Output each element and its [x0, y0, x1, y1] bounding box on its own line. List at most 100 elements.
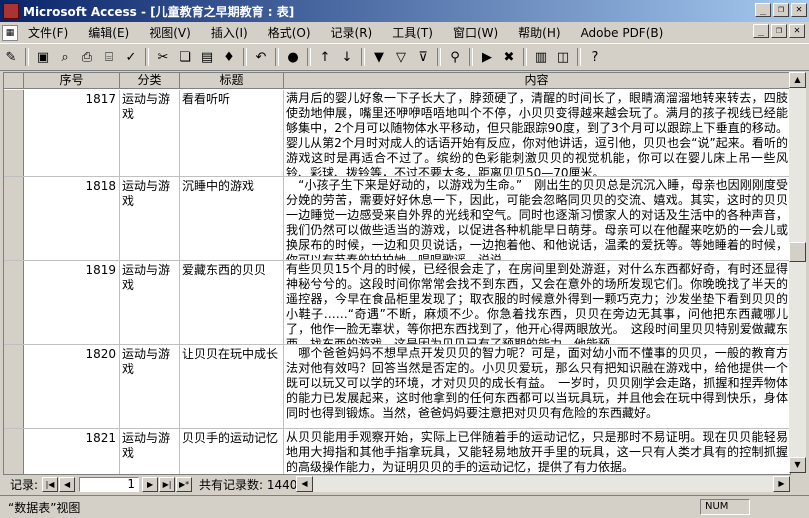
find-icon[interactable]: ⚲ — [445, 47, 465, 67]
new-object-icon[interactable]: ◫ — [553, 47, 573, 67]
cell-id[interactable]: 1821 — [24, 429, 120, 474]
hyperlink-icon[interactable]: ● — [283, 47, 303, 67]
cell-content[interactable]: 满月后的婴儿好象一下子长大了，脖颈硬了，清醒的时间长了，眼睛滴溜溜地转来转去，四… — [284, 90, 790, 176]
cell-content[interactable]: 有些贝贝15个月的时候，已经很会走了，在房间里到处游逛，对什么东西都好奇，有时还… — [284, 261, 790, 344]
menu-bar: ▦ 文件(F) 编辑(E) 视图(V) 插入(I) 格式(O) 记录(R) 工具… — [0, 22, 809, 44]
cell-title[interactable]: 沉睡中的游戏 — [180, 177, 284, 260]
current-record-input[interactable]: 1 — [79, 476, 140, 492]
cell-category[interactable]: 运动与游戏 — [120, 90, 180, 176]
cut-icon[interactable]: ✂ — [153, 47, 173, 67]
cell-category[interactable]: 运动与游戏 — [120, 261, 180, 344]
scroll-right-icon[interactable]: ▶ — [773, 476, 790, 492]
table-row[interactable]: 1819 运动与游戏 爱藏东西的贝贝 有些贝贝15个月的时候，已经很会走了，在房… — [4, 261, 790, 345]
record-count: 共有记录数: 1440 — [199, 477, 298, 492]
view-design-icon[interactable]: ✎ — [1, 47, 21, 67]
doc-minimize-button[interactable]: _ — [753, 24, 769, 38]
doc-restore-button[interactable]: ❐ — [771, 24, 787, 38]
toolbar-separator — [275, 48, 279, 66]
column-header-title[interactable]: 标题 — [180, 73, 284, 89]
menu-file[interactable]: 文件(F) — [18, 24, 78, 41]
database-window-icon[interactable]: ▥ — [531, 47, 551, 67]
cell-id[interactable]: 1820 — [24, 345, 120, 428]
window-title: Microsoft Access - [儿童教育之早期教育 : 表] — [23, 4, 295, 19]
scroll-up-icon[interactable]: ▲ — [789, 72, 806, 88]
access-app-icon — [3, 3, 19, 19]
help-icon[interactable]: ? — [585, 47, 605, 67]
menu-edit[interactable]: 编辑(E) — [78, 24, 139, 41]
print-icon[interactable]: ⎙ — [77, 47, 97, 67]
menu-help[interactable]: 帮助(H) — [508, 24, 570, 41]
column-header-row: 序号 分类 标题 内容 — [4, 73, 790, 89]
cell-content[interactable]: 哪个爸爸妈妈不想早点开发贝贝的智力呢？可是，面对幼小而不懂事的贝贝，一般的教育方… — [284, 345, 790, 428]
undo-icon[interactable]: ↶ — [251, 47, 271, 67]
record-selector[interactable] — [4, 429, 24, 474]
paste-icon[interactable]: ▤ — [197, 47, 217, 67]
cell-title[interactable]: 爱藏东西的贝贝 — [180, 261, 284, 344]
new-record-nav-icon[interactable]: ▶* — [176, 476, 193, 492]
previous-record-icon[interactable]: ◀ — [59, 476, 76, 492]
vertical-scrollbar[interactable]: ▲ ▼ — [789, 72, 806, 473]
toolbar-separator — [577, 48, 581, 66]
menu-view[interactable]: 视图(V) — [139, 24, 201, 41]
print-preview-icon[interactable]: ⌸ — [99, 47, 119, 67]
minimize-button[interactable]: _ — [755, 3, 771, 17]
status-view-text: “数据表”视图 — [8, 500, 81, 515]
status-bar: “数据表”视图 NUM — [0, 495, 809, 518]
cell-id[interactable]: 1819 — [24, 261, 120, 344]
first-record-icon[interactable]: |◀ — [42, 476, 59, 492]
delete-record-icon[interactable]: ✖ — [499, 47, 519, 67]
sort-ascending-icon[interactable]: ↑ — [315, 47, 335, 67]
copy-icon[interactable]: ❏ — [175, 47, 195, 67]
toolbar-separator — [25, 48, 29, 66]
filter-by-form-icon[interactable]: ▽ — [391, 47, 411, 67]
doc-close-button[interactable]: ✕ — [789, 24, 805, 38]
table-doc-icon[interactable]: ▦ — [2, 24, 18, 41]
cell-id[interactable]: 1817 — [24, 90, 120, 176]
search-file-icon[interactable]: ⌕ — [55, 47, 75, 67]
cell-content[interactable]: “小孩子生下来是好动的，以游戏为生命。” 刚出生的贝贝总是沉沉入睡，母亲也因刚刚… — [284, 177, 790, 260]
cell-category[interactable]: 运动与游戏 — [120, 177, 180, 260]
scroll-left-icon[interactable]: ◀ — [296, 476, 313, 492]
last-record-icon[interactable]: ▶| — [159, 476, 176, 492]
restore-button[interactable]: ❐ — [773, 3, 789, 17]
spelling-icon[interactable]: ✓ — [121, 47, 141, 67]
cell-content[interactable]: 从贝贝能用手观察开始，实际上已伴随着手的运动记忆，只是那时不易证明。现在贝贝能轻… — [284, 429, 790, 474]
cell-id[interactable]: 1818 — [24, 177, 120, 260]
record-selector[interactable] — [4, 345, 24, 428]
format-painter-icon[interactable]: ♦ — [219, 47, 239, 67]
menu-window[interactable]: 窗口(W) — [443, 24, 508, 41]
close-button[interactable]: ✕ — [791, 3, 807, 17]
record-selector[interactable] — [4, 177, 24, 260]
menu-adobe-pdf[interactable]: Adobe PDF(B) — [571, 26, 674, 40]
new-record-icon[interactable]: ▶ — [477, 47, 497, 67]
sort-descending-icon[interactable]: ↓ — [337, 47, 357, 67]
vertical-scroll-thumb[interactable] — [789, 242, 806, 262]
menu-tools[interactable]: 工具(T) — [382, 24, 443, 41]
column-header-category[interactable]: 分类 — [120, 73, 180, 89]
save-icon[interactable]: ▣ — [33, 47, 53, 67]
toolbar-separator — [145, 48, 149, 66]
table-row[interactable]: 1821 运动与游戏 贝贝手的运动记忆 从贝贝能用手观察开始，实际上已伴随着手的… — [4, 429, 790, 474]
next-record-icon[interactable]: ▶ — [142, 476, 159, 492]
cell-title[interactable]: 看看听听 — [180, 90, 284, 176]
cell-category[interactable]: 运动与游戏 — [120, 345, 180, 428]
menu-format[interactable]: 格式(O) — [258, 24, 321, 41]
record-selector[interactable] — [4, 90, 24, 176]
filter-by-selection-icon[interactable]: ▼ — [369, 47, 389, 67]
menu-insert[interactable]: 插入(I) — [201, 24, 258, 41]
table-row[interactable]: 1818 运动与游戏 沉睡中的游戏 “小孩子生下来是好动的，以游戏为生命。” 刚… — [4, 177, 790, 261]
column-header-id[interactable]: 序号 — [24, 73, 120, 89]
record-selector[interactable] — [4, 261, 24, 344]
cell-title[interactable]: 让贝贝在玩中成长 — [180, 345, 284, 428]
table-row[interactable]: 1820 运动与游戏 让贝贝在玩中成长 哪个爸爸妈妈不想早点开发贝贝的智力呢？可… — [4, 345, 790, 429]
column-header-content[interactable]: 内容 — [284, 73, 790, 89]
apply-filter-icon[interactable]: ⊽ — [413, 47, 433, 67]
select-all-corner[interactable] — [4, 73, 24, 89]
cell-title[interactable]: 贝贝手的运动记忆 — [180, 429, 284, 474]
scroll-down-icon[interactable]: ▼ — [789, 457, 806, 473]
cell-category[interactable]: 运动与游戏 — [120, 429, 180, 474]
horizontal-scrollbar[interactable]: ◀ ▶ — [296, 476, 790, 492]
table-row[interactable]: 1817 运动与游戏 看看听听 满月后的婴儿好象一下子长大了，脖颈硬了，清醒的时… — [4, 90, 790, 177]
horizontal-scroll-track[interactable] — [313, 476, 773, 492]
menu-records[interactable]: 记录(R) — [321, 24, 383, 41]
